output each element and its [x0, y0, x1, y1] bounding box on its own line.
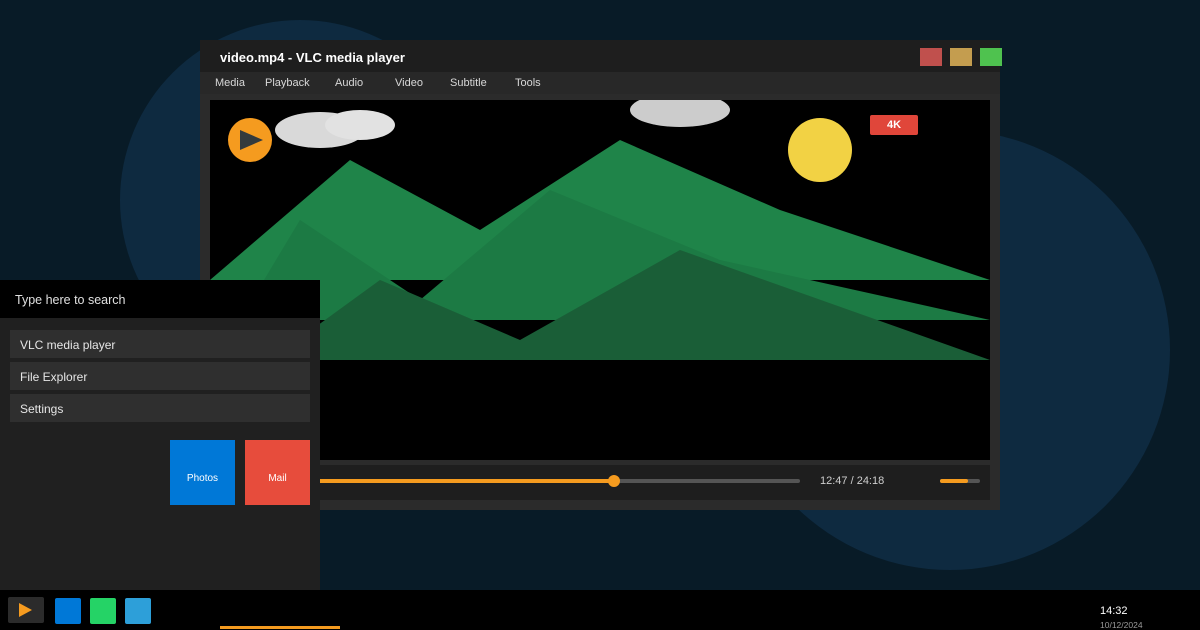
close-button[interactable]: [920, 48, 942, 66]
app-green-icon[interactable]: [90, 598, 116, 624]
clock-time[interactable]: 14:32: [1100, 605, 1128, 617]
app-blue-icon[interactable]: [55, 598, 81, 624]
app-item-vlc[interactable]: VLC media player: [10, 330, 310, 358]
active-app-indicator: [220, 626, 340, 629]
resolution-badge: 4K: [870, 115, 918, 135]
clock-date[interactable]: 10/12/2024: [1100, 620, 1143, 630]
cloud: [325, 110, 395, 140]
tile-mail[interactable]: Mail: [245, 440, 310, 505]
menu-subtitle[interactable]: Subtitle: [450, 77, 487, 89]
title-bar[interactable]: video.mp4 - VLC media player: [200, 40, 1002, 72]
menu-tools[interactable]: Tools: [515, 77, 541, 89]
app-item-label: Settings: [20, 402, 64, 416]
vlc-icon: [19, 603, 32, 617]
volume-level: [940, 479, 968, 483]
menu-video[interactable]: Video: [395, 77, 423, 89]
cloud: [630, 100, 730, 127]
search-placeholder: Type here to search: [15, 293, 126, 307]
app-item-file-explorer[interactable]: File Explorer: [10, 362, 310, 390]
menu-media[interactable]: Media: [215, 77, 245, 89]
seek-progress: [310, 479, 614, 483]
sun: [788, 118, 852, 182]
volume-slider[interactable]: [940, 479, 980, 483]
minimize-button[interactable]: [980, 48, 1002, 66]
seek-bar[interactable]: [310, 475, 800, 487]
window-title: video.mp4 - VLC media player: [220, 50, 405, 65]
maximize-button[interactable]: [950, 48, 972, 66]
app-item-label: File Explorer: [20, 370, 88, 384]
app-lightblue-icon[interactable]: [125, 598, 151, 624]
video-display[interactable]: 4K: [210, 100, 990, 460]
tile-photos[interactable]: Photos: [170, 440, 235, 505]
start-menu: Type here to search VLC media player Fil…: [0, 280, 320, 590]
taskbar-vlc-button[interactable]: [8, 597, 44, 623]
vlc-window: video.mp4 - VLC media player Media Playb…: [200, 40, 1002, 510]
menu-playback[interactable]: Playback: [265, 77, 310, 89]
time-display: 12:47 / 24:18: [820, 475, 885, 487]
menu-bar: Media Playback Audio Video Subtitle Tool…: [200, 72, 1000, 94]
menu-audio[interactable]: Audio: [335, 77, 363, 89]
taskbar: 14:32 10/12/2024: [0, 590, 1200, 630]
video-frame: [210, 100, 990, 360]
playback-controls: 12:47 / 24:18: [210, 465, 990, 500]
vlc-play-icon[interactable]: [228, 118, 272, 162]
app-item-label: VLC media player: [20, 338, 116, 352]
search-box[interactable]: Type here to search: [0, 280, 320, 318]
seek-handle[interactable]: [607, 475, 620, 487]
app-item-settings[interactable]: Settings: [10, 394, 310, 422]
